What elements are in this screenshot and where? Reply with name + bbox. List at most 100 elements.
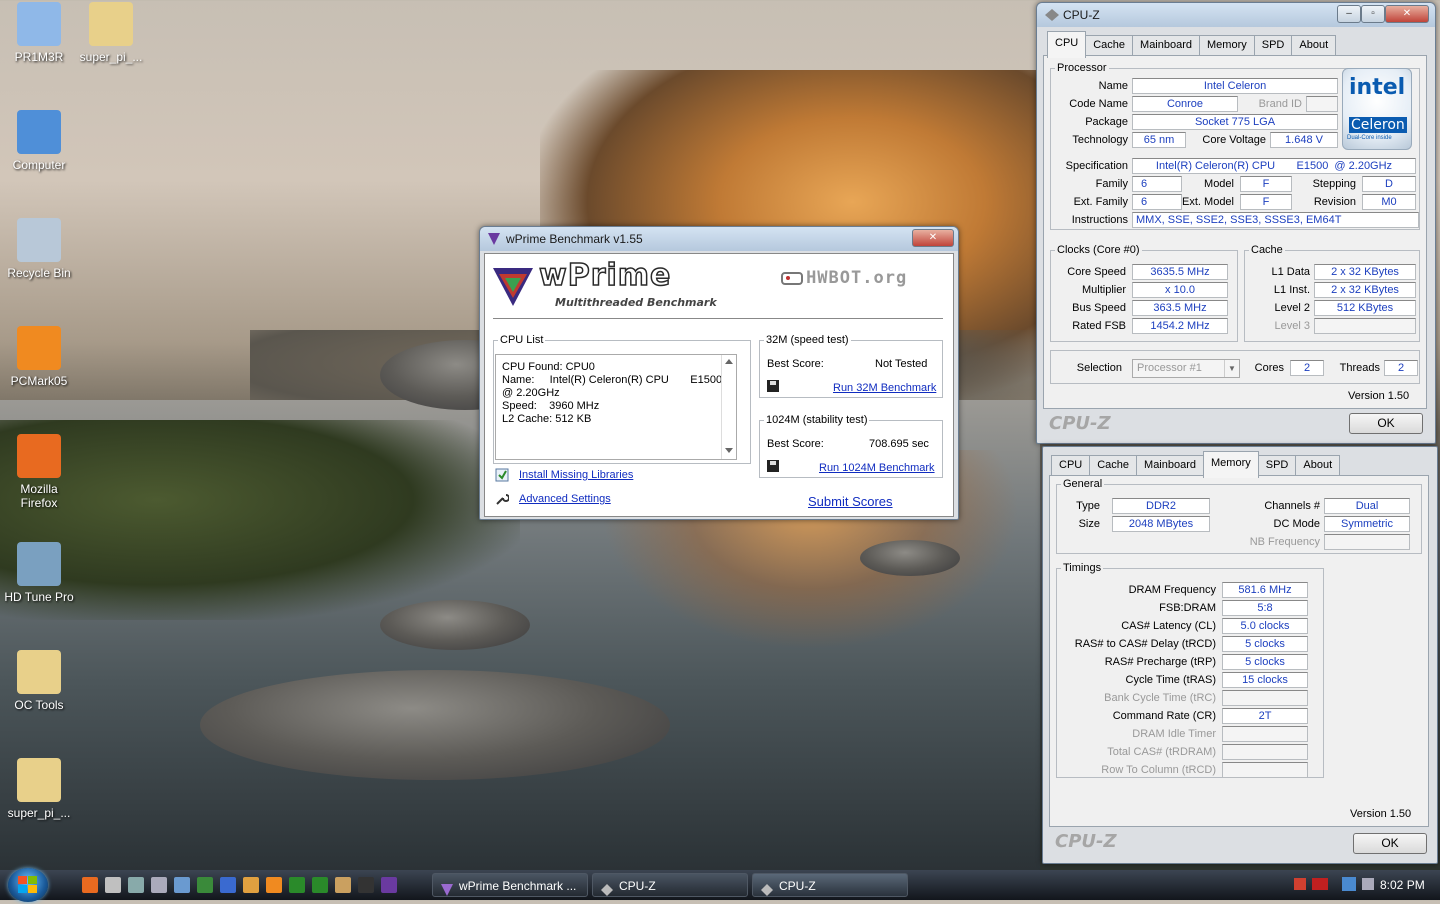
quick-launch-icon[interactable] <box>312 877 328 893</box>
network-icon[interactable] <box>1342 877 1356 891</box>
tab-about[interactable]: About <box>1291 35 1337 56</box>
selection-label: Selection <box>1076 362 1122 374</box>
tab-mainboard[interactable]: Mainboard <box>1132 35 1201 56</box>
threads-label: Threads <box>1339 362 1380 374</box>
quick-launch-icon[interactable] <box>335 877 351 893</box>
desktop-icon[interactable]: Recycle Bin <box>2 218 76 280</box>
cpuz-titlebar[interactable]: CPU-Z – ▫ ✕ <box>1037 3 1435 27</box>
l1-data-label: L1 Data <box>1271 266 1310 278</box>
desktop-icon[interactable]: HD Tune Pro <box>2 542 76 604</box>
quick-launch-icon[interactable] <box>105 877 121 893</box>
tab-cache[interactable]: Cache <box>1085 35 1134 56</box>
quick-launch-icon[interactable] <box>174 877 190 893</box>
quick-launch-icon[interactable] <box>220 877 236 893</box>
speaker-icon[interactable] <box>1294 878 1306 890</box>
cpuz-app-icon <box>601 880 613 896</box>
desktop-icon[interactable]: Mozilla Firefox <box>2 434 76 510</box>
taskbar-item-cpuz[interactable]: CPU-Z <box>592 873 748 897</box>
tab-cpu[interactable]: CPU <box>1051 455 1091 476</box>
processor-select[interactable]: Processor #1 ▼ <box>1132 359 1240 378</box>
desktop-icon[interactable]: super_pi_... <box>74 2 148 64</box>
desktop-icon[interactable]: PCMark05 <box>2 326 76 388</box>
tab-spd[interactable]: SPD <box>1253 35 1293 56</box>
ati-icon[interactable] <box>1312 878 1328 890</box>
desktop-icon[interactable]: Computer <box>2 110 76 172</box>
tab-memory[interactable]: Memory <box>1199 35 1255 56</box>
scroll-up-icon[interactable] <box>725 359 733 364</box>
quick-launch-icon[interactable] <box>289 877 305 893</box>
cpu-list-box[interactable]: CPU Found: CPU0 Name: Intel(R) Celeron(R)… <box>495 354 737 460</box>
close-button[interactable]: ✕ <box>1385 5 1429 23</box>
multiplier-value: x 10.0 <box>1132 282 1228 298</box>
timing-value <box>1222 726 1308 742</box>
cpuz-app-icon <box>1045 9 1059 21</box>
install-libraries-link[interactable]: Install Missing Libraries <box>519 469 633 481</box>
version-label: Version 1.50 <box>1348 390 1410 402</box>
wprime-titlebar[interactable]: wPrime Benchmark v1.55 ✕ <box>480 227 958 251</box>
clock[interactable]: 8:02 PM <box>1380 878 1425 892</box>
close-button[interactable]: ✕ <box>912 229 954 247</box>
submit-scores-button[interactable]: Submit Scores <box>808 494 893 509</box>
model-label: Model <box>1204 178 1234 190</box>
quick-launch-icon[interactable] <box>381 877 397 893</box>
cpu-list-line: @ 2.20GHz <box>502 387 560 399</box>
tab-about[interactable]: About <box>1295 455 1341 476</box>
desktop-icon-image <box>17 434 61 478</box>
ext-family-label: Ext. Family <box>1073 196 1128 208</box>
run-1024m-button[interactable]: Run 1024M Benchmark <box>819 462 935 474</box>
floppy-icon <box>767 380 779 392</box>
volume-icon[interactable] <box>1362 878 1374 890</box>
chevron-down-icon[interactable]: ▼ <box>1224 360 1239 377</box>
maximize-button[interactable]: ▫ <box>1361 5 1385 23</box>
general-legend: General <box>1063 478 1103 490</box>
taskbar-item-label: wPrime Benchmark ... <box>459 879 577 893</box>
ok-button[interactable]: OK <box>1349 413 1423 434</box>
test32-best-value: Not Tested <box>875 358 928 370</box>
quick-launch-icon[interactable] <box>82 877 98 893</box>
minimize-button[interactable]: – <box>1337 5 1361 23</box>
tab-memory[interactable]: Memory <box>1203 451 1259 478</box>
size-value: 2048 MBytes <box>1112 516 1210 532</box>
desktop-icon-label: Recycle Bin <box>7 266 71 280</box>
start-button[interactable] <box>8 868 48 902</box>
tab-cache[interactable]: Cache <box>1089 455 1138 476</box>
channels-value: Dual <box>1324 498 1410 514</box>
timing-label: RAS# Precharge (tRP) <box>1104 656 1216 668</box>
spec-label: Specification <box>1065 160 1128 172</box>
tab-spd[interactable]: SPD <box>1257 455 1297 476</box>
quick-launch-icon[interactable] <box>358 877 374 893</box>
ok-button[interactable]: OK <box>1353 833 1427 854</box>
test32-legend: 32M (speed test) <box>766 334 849 346</box>
revision-value: M0 <box>1362 194 1416 210</box>
processor-legend: Processor <box>1057 62 1107 74</box>
cpu-list-scrollbar[interactable] <box>721 355 736 459</box>
family-value: 6 <box>1132 176 1182 192</box>
stepping-value: D <box>1362 176 1416 192</box>
desktop-icon-image <box>89 2 133 46</box>
voltage-value: 1.648 V <box>1270 132 1338 148</box>
quick-launch-icon[interactable] <box>151 877 167 893</box>
scroll-down-icon[interactable] <box>725 448 733 453</box>
desktop-icon-label: OC Tools <box>14 698 64 712</box>
quick-launch-icon[interactable] <box>243 877 259 893</box>
taskbar-item-cpuz[interactable]: CPU-Z <box>752 873 908 897</box>
desktop-icon[interactable]: super_pi_... <box>2 758 76 820</box>
quick-launch-icon[interactable] <box>197 877 213 893</box>
tab-mainboard[interactable]: Mainboard <box>1136 455 1205 476</box>
desktop-icon[interactable]: OC Tools <box>2 650 76 712</box>
desktop-icon[interactable]: PR1M3R <box>2 2 76 64</box>
advanced-settings-link[interactable]: Advanced Settings <box>519 493 611 505</box>
quick-launch-icon[interactable] <box>128 877 144 893</box>
bus-speed-label: Bus Speed <box>1072 302 1126 314</box>
wprime-body: wPrime Multithreaded Benchmark HWBOT.org… <box>484 253 954 517</box>
type-label: Type <box>1076 500 1100 512</box>
tab-cpu[interactable]: CPU <box>1047 31 1087 58</box>
codename-value: Conroe <box>1132 96 1238 112</box>
taskbar-item-wprime[interactable]: wPrime Benchmark ... <box>432 873 588 897</box>
timing-label: CAS# Latency (CL) <box>1121 620 1216 632</box>
quick-launch-icon[interactable] <box>266 877 282 893</box>
type-value: DDR2 <box>1112 498 1210 514</box>
wallpaper-rock <box>860 540 960 576</box>
desktop-icon-label: PCMark05 <box>10 374 68 388</box>
run-32m-button[interactable]: Run 32M Benchmark <box>833 382 936 394</box>
